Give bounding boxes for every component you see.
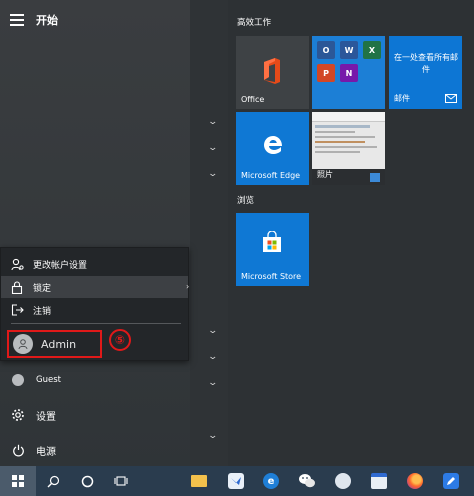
app-window-taskbar-button[interactable] bbox=[366, 466, 392, 496]
mail-tile-text: 在一处查看所有邮件 bbox=[394, 53, 458, 74]
search-button[interactable] bbox=[40, 466, 66, 496]
lock-item[interactable]: 锁定 bbox=[1, 276, 188, 298]
power-item[interactable]: 电源 bbox=[0, 437, 190, 463]
chevron-down-icon[interactable]: ⌄ bbox=[207, 378, 218, 388]
group-label-browse: 浏览 bbox=[237, 196, 255, 206]
notes-taskbar-button[interactable] bbox=[438, 466, 464, 496]
avatar bbox=[13, 334, 33, 354]
sign-out-label: 注销 bbox=[33, 306, 52, 317]
photos-icon bbox=[370, 173, 380, 182]
settings-item[interactable]: 设置 bbox=[0, 402, 190, 428]
store-tile[interactable]: Microsoft Store bbox=[236, 213, 309, 286]
office-logo-icon bbox=[264, 58, 280, 84]
qq-icon bbox=[335, 473, 351, 489]
chevron-right-icon: › bbox=[186, 282, 190, 291]
store-tile-label: Microsoft Store bbox=[241, 272, 302, 281]
cortana-button[interactable] bbox=[74, 466, 100, 496]
powerpoint-icon: P bbox=[317, 64, 335, 82]
windows-logo-icon bbox=[12, 475, 24, 487]
guest-label: Guest bbox=[36, 375, 61, 385]
chevron-down-icon[interactable]: ⌄ bbox=[207, 117, 218, 127]
app-window-icon bbox=[371, 473, 387, 489]
penguin-taskbar-button[interactable] bbox=[330, 466, 356, 496]
onenote-icon: N bbox=[340, 64, 358, 82]
chevron-down-icon[interactable]: ⌄ bbox=[207, 431, 218, 441]
user-guest[interactable]: Guest bbox=[0, 367, 190, 393]
hamburger-menu-icon[interactable] bbox=[10, 14, 24, 26]
change-account-settings-item[interactable]: 更改帐户设置 bbox=[1, 253, 188, 275]
switch-user-admin[interactable]: Admin bbox=[7, 330, 102, 358]
edge-tile[interactable]: Microsoft Edge bbox=[236, 112, 309, 185]
mail-tile-label: 邮件 bbox=[394, 94, 410, 103]
sign-out-icon bbox=[10, 303, 24, 317]
cortana-circle-icon bbox=[81, 475, 93, 487]
search-icon bbox=[47, 475, 59, 487]
account-settings-icon bbox=[10, 257, 24, 271]
guest-avatar-icon bbox=[10, 374, 26, 386]
change-account-settings-label: 更改帐户设置 bbox=[33, 260, 88, 271]
mail-tile[interactable]: 在一处查看所有邮件 邮件 bbox=[389, 36, 462, 109]
power-icon bbox=[10, 444, 26, 457]
mail-icon bbox=[445, 94, 457, 103]
start-menu-app-list bbox=[190, 0, 228, 466]
wechat-taskbar-button[interactable] bbox=[294, 466, 320, 496]
user-account-popup: 更改帐户设置 锁定 注销 Admin bbox=[0, 247, 189, 361]
office-apps-folder-tile[interactable]: O W X P N bbox=[312, 36, 385, 109]
word-icon: W bbox=[340, 41, 358, 59]
taskbar: e bbox=[0, 466, 474, 496]
admin-user-label: Admin bbox=[41, 337, 77, 351]
file-explorer-taskbar-button[interactable] bbox=[186, 466, 212, 496]
chevron-down-icon[interactable]: ⌄ bbox=[207, 143, 218, 153]
lock-icon bbox=[10, 280, 24, 294]
edge-logo-icon bbox=[264, 136, 282, 154]
office-tile-label: Office bbox=[241, 95, 265, 104]
start-button[interactable] bbox=[0, 466, 36, 496]
photos-tile[interactable]: 照片 bbox=[312, 112, 385, 185]
popup-divider bbox=[11, 323, 181, 324]
store-bag-icon bbox=[263, 231, 281, 252]
edge-icon: e bbox=[263, 473, 279, 489]
lock-label: 锁定 bbox=[33, 283, 52, 294]
feishu-taskbar-button[interactable] bbox=[223, 466, 249, 496]
firefox-icon bbox=[407, 473, 423, 489]
power-label: 电源 bbox=[36, 446, 56, 458]
chevron-down-icon[interactable]: ⌄ bbox=[207, 169, 218, 179]
bird-app-icon bbox=[228, 473, 244, 489]
task-view-icon bbox=[114, 476, 128, 486]
step-number-badge: ⑤ bbox=[109, 329, 131, 351]
edge-tile-label: Microsoft Edge bbox=[241, 171, 301, 180]
edge-taskbar-button[interactable]: e bbox=[258, 466, 284, 496]
gear-icon bbox=[10, 408, 26, 422]
wechat-icon bbox=[298, 473, 316, 489]
pen-icon bbox=[443, 473, 459, 489]
group-label-productivity: 高效工作 bbox=[237, 18, 272, 28]
firefox-taskbar-button[interactable] bbox=[402, 466, 428, 496]
start-menu-left-pane bbox=[0, 0, 190, 466]
chevron-down-icon[interactable]: ⌄ bbox=[207, 352, 218, 362]
chevron-down-icon[interactable]: ⌄ bbox=[207, 326, 218, 336]
settings-label: 设置 bbox=[36, 411, 56, 423]
photos-tile-label: 照片 bbox=[317, 170, 333, 179]
task-view-button[interactable] bbox=[108, 466, 134, 496]
office-tile[interactable]: Office bbox=[236, 36, 309, 109]
excel-icon: X bbox=[363, 41, 381, 59]
outlook-icon: O bbox=[317, 41, 335, 59]
folder-icon bbox=[191, 475, 207, 487]
start-title: 开始 bbox=[36, 14, 58, 27]
sign-out-item[interactable]: 注销 bbox=[1, 299, 188, 321]
